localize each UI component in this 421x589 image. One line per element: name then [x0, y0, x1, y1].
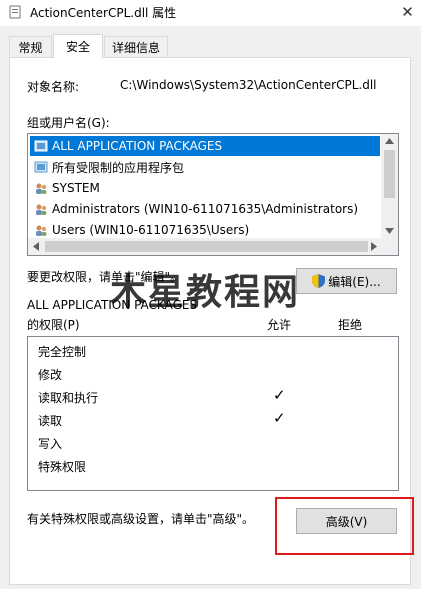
groups-listbox[interactable]: ALL APPLICATION PACKAGES 所有受限制的应用程序包 SYS… — [27, 133, 399, 256]
list-item[interactable]: 所有受限制的应用程序包 — [30, 157, 380, 177]
allow-checkmark-icon: ✓ — [273, 386, 286, 404]
close-button[interactable]: ✕ — [394, 0, 421, 24]
horizontal-scrollbar[interactable] — [28, 238, 398, 255]
edit-button[interactable]: 编辑(E)... — [296, 268, 397, 294]
permission-name: 读取 — [38, 414, 63, 428]
tab-general[interactable]: 常规 — [9, 36, 52, 57]
permissions-list: 完全控制 修改 读取和执行 ✓ 读取 ✓ 写入 特殊权限 — [27, 336, 399, 491]
permission-name: 写入 — [38, 437, 63, 451]
list-item-label: Users (WIN10-611071635\Users) — [52, 223, 250, 237]
list-item-label: 所有受限制的应用程序包 — [52, 160, 185, 175]
list-item[interactable]: Administrators (WIN10-611071635\Administ… — [30, 199, 380, 219]
object-name-value: C:\Windows\System32\ActionCenterCPL.dll — [120, 78, 377, 92]
hscroll-thumb[interactable] — [45, 241, 368, 252]
list-item[interactable]: ALL APPLICATION PACKAGES — [30, 136, 380, 156]
tab-security[interactable]: 安全 — [53, 34, 103, 58]
object-name-label: 对象名称: — [27, 80, 80, 94]
permission-name: 读取和执行 — [38, 391, 99, 405]
app-package-icon — [34, 161, 48, 173]
scroll-left-icon[interactable] — [33, 242, 39, 251]
deny-column-header: 拒绝 — [338, 318, 363, 332]
scroll-thumb[interactable] — [384, 150, 395, 198]
allow-column-header: 允许 — [267, 318, 292, 332]
scroll-right-icon[interactable] — [371, 242, 377, 251]
permission-name: 修改 — [38, 368, 63, 382]
highlight-box — [275, 497, 414, 555]
shield-icon — [312, 274, 326, 288]
close-icon: ✕ — [401, 3, 414, 21]
file-icon — [9, 5, 21, 19]
users-group-icon — [36, 204, 47, 215]
list-item[interactable]: Users (WIN10-611071635\Users) — [30, 220, 380, 240]
permission-name: 完全控制 — [38, 345, 87, 359]
list-item-label: SYSTEM — [52, 181, 100, 195]
edit-button-label: 编辑(E)... — [328, 274, 381, 289]
list-item-label: Administrators (WIN10-611071635\Administ… — [52, 202, 359, 216]
users-group-icon — [36, 225, 47, 236]
allow-checkmark-icon: ✓ — [273, 409, 286, 427]
scroll-up-icon[interactable] — [385, 138, 394, 144]
window-title: ActionCenterCPL.dll 属性 — [30, 6, 177, 20]
users-group-icon — [36, 183, 47, 194]
app-package-icon — [34, 140, 48, 152]
watermark-text: 木星教程网 — [110, 272, 301, 313]
list-item-label: ALL APPLICATION PACKAGES — [52, 139, 223, 153]
permissions-label: 的权限(P) — [27, 318, 80, 332]
vertical-scrollbar[interactable] — [381, 134, 398, 238]
tab-details[interactable]: 详细信息 — [104, 36, 168, 57]
advanced-hint: 有关特殊权限或高级设置，请单击"高级"。 — [27, 512, 255, 526]
permission-name: 特殊权限 — [38, 460, 87, 474]
scroll-down-icon[interactable] — [385, 228, 394, 234]
groups-label: 组或用户名(G): — [27, 116, 110, 130]
list-item[interactable]: SYSTEM — [30, 178, 380, 198]
